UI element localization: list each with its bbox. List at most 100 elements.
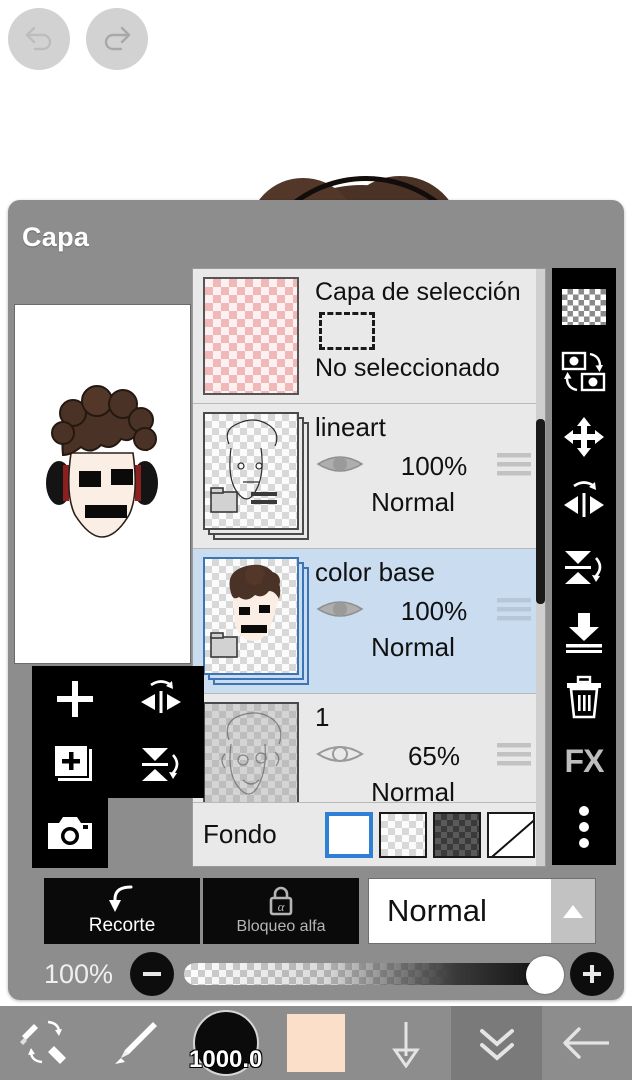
trash-icon (567, 675, 601, 718)
add-layer-icon (57, 681, 93, 717)
opacity-row: 100% (44, 950, 614, 998)
arrow-down-button[interactable] (361, 1006, 451, 1080)
delete-layer-button[interactable] (556, 668, 612, 726)
clipping-label: Recorte (88, 915, 156, 936)
layer-visibility-toggle[interactable] (315, 450, 371, 483)
canvas-preview-art (46, 385, 158, 538)
add-layer-button[interactable] (32, 666, 118, 732)
svg-text:α: α (278, 899, 286, 914)
blend-mode-select[interactable]: Normal (368, 878, 596, 944)
flip-horizontal-button-left[interactable] (118, 666, 204, 732)
layer-list-scrollbar-track[interactable] (536, 269, 545, 866)
flip-vertical-button[interactable] (556, 538, 612, 596)
layer-body: color base 100% Normal (315, 549, 545, 693)
layer-thumbnail (203, 557, 299, 675)
background-swatch-dark-checker[interactable] (433, 811, 481, 858)
selection-layer-title: Capa de selección (315, 278, 521, 306)
duplicate-layer-icon (53, 744, 92, 781)
camera-icon (48, 817, 92, 849)
layer-name: 1 (315, 702, 330, 732)
redo-button[interactable] (86, 8, 148, 70)
layer-thumbnail (203, 412, 299, 530)
opacity-slider[interactable] (184, 956, 564, 994)
layer-row[interactable]: color base 100% Normal (193, 549, 545, 694)
layer-menu-button[interactable] (497, 741, 537, 772)
selection-layer-row[interactable]: Capa de selección No seleccionado (193, 269, 545, 404)
layer-name: color base (315, 557, 435, 587)
alpha-lock-label: Bloqueo alfa (236, 918, 326, 935)
layer-row[interactable]: lineart 100% Normal (193, 404, 545, 549)
blend-mode-value: Normal (387, 893, 487, 928)
layer-thumbnail-wrap (193, 549, 315, 693)
flip-horizontal-button[interactable] (556, 473, 612, 531)
duplicate-layer-button[interactable] (32, 732, 118, 798)
selection-layer-body: Capa de selección No seleccionado (315, 269, 545, 403)
back-button[interactable] (542, 1006, 632, 1080)
layer-menu-button[interactable] (497, 596, 537, 627)
clipping-button[interactable]: Recorte (44, 878, 200, 944)
layer-list-scrollbar-thumb[interactable] (536, 419, 545, 604)
opacity-value: 100% (44, 958, 114, 989)
blend-mode-arrow-button[interactable] (551, 879, 595, 943)
collapse-panel-button[interactable] (451, 1006, 542, 1080)
background-swatch-light-checker[interactable] (379, 811, 427, 858)
background-row: Fondo (193, 802, 545, 866)
flip-horizontal-icon (141, 680, 181, 713)
canvas-preview[interactable] (14, 304, 191, 664)
marquee-icon (319, 312, 375, 350)
layer-visibility-toggle[interactable] (315, 740, 371, 773)
layer-opacity: 100% (400, 451, 468, 481)
layer-blend-mode: Normal (371, 487, 455, 517)
layer-opacity: 100% (400, 596, 468, 626)
brush-icon (115, 1022, 158, 1064)
back-arrow-icon (563, 1027, 609, 1059)
clipping-arrow-icon (109, 885, 133, 912)
hamburger-icon (497, 453, 531, 476)
double-chevron-down-icon (479, 1029, 514, 1061)
layer-actions-toolbar: FX (552, 268, 616, 865)
fx-icon: FX (564, 743, 605, 779)
swap-layers-button[interactable] (556, 343, 612, 401)
undo-button[interactable] (8, 8, 70, 70)
opacity-increase-button[interactable] (570, 952, 614, 996)
selection-layer-state: No seleccionado (315, 354, 500, 382)
fx-button[interactable]: FX (556, 733, 612, 791)
layer-list[interactable]: Capa de selección No seleccionado linear… (192, 268, 546, 867)
more-options-button[interactable] (556, 798, 612, 856)
selection-layer-thumbnail-wrap (193, 269, 315, 403)
chevron-up-icon (563, 905, 583, 918)
opacity-slider-knob[interactable] (526, 956, 564, 994)
brush-size-value: 1000.0 (189, 1046, 263, 1073)
page-title: Capa (22, 222, 90, 252)
more-options-icon (579, 805, 589, 848)
brush-eraser-swap-button[interactable] (0, 1006, 90, 1080)
selection-layer-thumbnail (203, 277, 299, 395)
transparency-checker-button[interactable] (556, 278, 612, 336)
camera-button[interactable] (27, 800, 113, 866)
layer-menu-button[interactable] (497, 451, 537, 482)
brush-eraser-swap-icon (20, 1020, 67, 1064)
arrow-down-icon (392, 1022, 421, 1068)
eye-icon (316, 456, 364, 472)
hamburger-icon (497, 743, 531, 766)
background-swatch-none[interactable] (487, 811, 535, 858)
brush-size-button[interactable]: 1000.0 (181, 1006, 271, 1080)
redo-icon (100, 24, 134, 54)
merge-down-icon (566, 612, 602, 653)
color-swatch-button[interactable] (271, 1006, 361, 1080)
flip-vertical-button-left[interactable] (118, 732, 204, 798)
hamburger-icon (497, 598, 531, 621)
merge-down-button[interactable] (556, 603, 612, 661)
alpha-lock-icon: α (269, 886, 293, 916)
move-icon (564, 416, 604, 457)
background-swatch-white[interactable] (325, 811, 373, 858)
opacity-decrease-button[interactable] (130, 952, 174, 996)
swap-layers-icon (561, 351, 606, 391)
flip-vertical-icon (142, 748, 179, 781)
layer-visibility-toggle[interactable] (315, 595, 371, 628)
move-button[interactable] (556, 408, 612, 466)
brush-tool-button[interactable] (90, 1006, 180, 1080)
layer-body: lineart 100% Normal (315, 404, 545, 548)
alpha-lock-button[interactable]: α Bloqueo alfa (203, 878, 359, 944)
layer-opacity: 65% (407, 741, 461, 771)
